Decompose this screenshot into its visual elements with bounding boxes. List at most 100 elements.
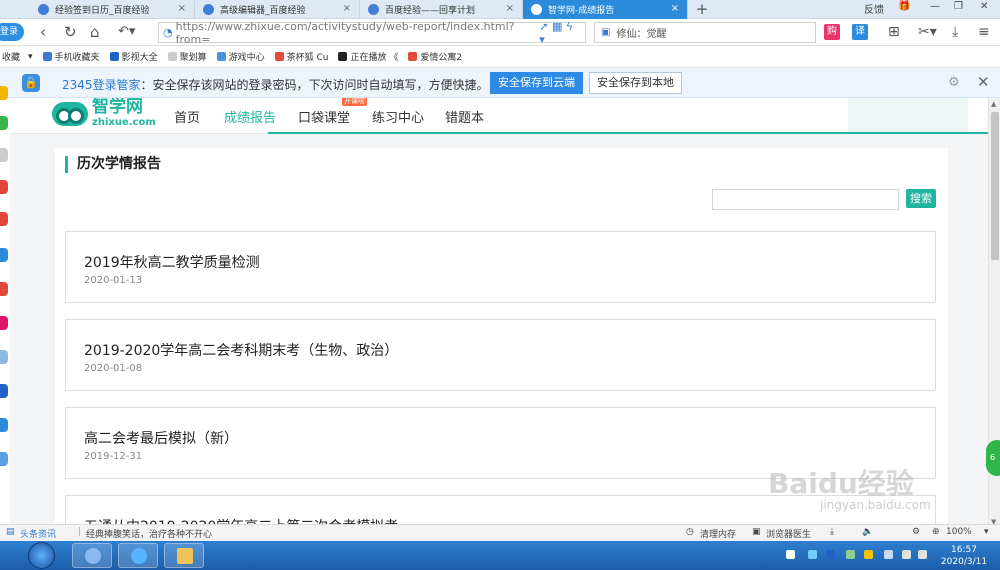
phone-app-icon[interactable] [0,452,8,466]
settings-icon[interactable]: ⚙ [912,527,920,537]
zoom-level[interactable]: 100% [946,527,972,537]
browser-doctor-button[interactable]: 浏览器医生 [766,527,811,540]
nav-home[interactable]: 首页 [174,107,200,126]
browser-tab[interactable]: 高级编辑器_百度经验 × [195,0,360,19]
screenshot-icon[interactable]: ✂▾ [918,24,937,40]
bookmark-item[interactable]: 茶杯狐 Cu [274,50,328,63]
news-headline[interactable]: 经典捧腹笑话，治疗各种不开心 [86,527,212,540]
nav-score-report[interactable]: 成绩报告 [224,107,276,126]
game-app-icon[interactable] [0,350,8,364]
chat-icon[interactable] [0,248,8,262]
sound-icon[interactable]: 🔈 [862,527,873,537]
taskbar-app-button[interactable] [72,543,112,568]
bookmark-item[interactable]: 手机收藏夹 [42,50,100,63]
favorite-icon[interactable] [0,86,8,100]
tray-app-icon[interactable] [808,550,817,559]
url-input[interactable]: ◔ https://www.zhixue.com/activitystudy/w… [158,20,586,46]
pin-icon [85,548,101,564]
login-button[interactable]: 登录 [0,23,24,41]
clean-memory-button[interactable]: 清理内存 [700,527,736,540]
tray-network-icon[interactable] [902,550,911,559]
exam-report-card[interactable]: 2019-2020学年高二会考科期末考（生物、政治） 2020-01-08 [65,319,936,391]
restore-button[interactable]: ❐ [954,1,963,12]
nav-pocket-class[interactable]: 口袋课堂 [298,107,350,126]
doc-icon[interactable] [0,148,8,162]
windows-taskbar: 16:57 2020/3/11 [0,541,1000,570]
settings-gear-icon[interactable]: ⚙ [948,75,960,90]
tray-volume-icon[interactable] [918,550,927,559]
search-input[interactable]: ▣ 修仙：觉醒 [594,22,816,43]
undo-icon[interactable]: ↶▾ [118,23,135,41]
scroll-up-arrow-icon[interactable]: ▲ [991,100,996,108]
taskbar-clock[interactable]: 16:57 2020/3/11 [934,544,994,568]
bookmark-item[interactable]: 收藏 ▾ [2,50,33,64]
refresh-icon[interactable]: ↻ [64,23,77,41]
news-label[interactable]: 头条资讯 [20,527,56,540]
translate-button[interactable]: 译 [852,24,868,40]
download-icon[interactable]: ⤓ [952,24,958,40]
bookmark-item[interactable]: 正在播放 《 [338,50,398,63]
bookmark-label: 聚划算 [179,53,207,63]
bookmark-item[interactable]: 爱情公寓2 [408,50,462,63]
exam-report-card[interactable]: 2019年秋高二教学质量检测 2020-01-13 [65,231,936,303]
search-button[interactable]: 搜索 [906,189,936,208]
new-tab-button[interactable]: + [692,0,712,19]
exam-date: 2020-01-13 [84,275,143,286]
news-icon[interactable] [0,212,8,226]
rocket-icon[interactable]: ➚ ▦ ϟ ▾ [539,20,585,46]
close-tab-icon[interactable]: × [506,3,514,14]
menu-icon[interactable]: ≡ [978,24,990,40]
download-status-icon[interactable]: ⤓ [830,527,834,537]
tray-flag-icon[interactable] [884,550,893,559]
zoom-dropdown-icon[interactable]: ▾ [984,527,989,537]
back-icon[interactable]: ‹ [40,23,46,41]
zoom-icon[interactable]: ⊕ [932,527,940,537]
scrollbar-thumb[interactable] [991,112,999,260]
divider: | [78,527,82,537]
password-manager-link[interactable]: 2345登录管家 [62,78,141,92]
tray-app-icon[interactable] [864,550,873,559]
extensions-icon[interactable]: ⊞ [888,24,900,40]
calendar-icon[interactable] [0,180,8,194]
gift-icon[interactable]: 🎁 [898,1,910,12]
tab-title: 高级编辑器_百度经验 [220,6,306,16]
save-to-local-button[interactable]: 安全保存到本地 [589,72,682,94]
floating-widget-icon[interactable]: 6 [986,440,1000,476]
browser-tab[interactable]: 经验签到日历_百度经验 × [30,0,195,19]
nav-practice-center[interactable]: 练习中心 [372,107,424,126]
video-app-icon[interactable] [0,316,8,330]
bookmark-item[interactable]: 游戏中心 [216,50,265,63]
shopping-button[interactable]: 购 [824,24,840,40]
tray-app-icon[interactable] [826,550,835,559]
baidu-paw-icon [368,4,379,15]
minimize-button[interactable]: — [930,1,940,12]
folder-icon [177,548,193,564]
save-to-cloud-button[interactable]: 安全保存到云端 [490,72,583,94]
home-icon[interactable]: ⌂ [90,23,100,41]
taskbar-app-button[interactable] [164,543,204,568]
tray-user-icon[interactable] [786,550,795,559]
bookmark-label: 游戏中心 [228,53,265,63]
taskbar-app-button[interactable] [118,543,158,568]
browser-tab[interactable]: 百度经验——回享计划 × [360,0,523,19]
report-search-input[interactable] [712,189,899,210]
zhixue-logo[interactable]: 智学网 zhixue.com [52,99,156,128]
feedback-link[interactable]: 反馈 [864,1,884,16]
app-icon[interactable] [0,116,8,130]
tray-shield-icon[interactable] [846,550,855,559]
browser-tab-active[interactable]: 智学网-成绩报告 × [523,0,688,19]
close-tab-icon[interactable]: × [178,3,186,14]
bookmark-item[interactable]: 聚划算 [167,50,207,63]
close-window-button[interactable]: ✕ [980,1,988,12]
nav-mistake-book[interactable]: 错题本 [445,107,484,126]
exam-date: 2020-01-08 [84,363,143,374]
monitor-icon[interactable] [0,418,8,432]
close-tab-icon[interactable]: × [671,3,679,14]
windows-start-button[interactable] [28,542,55,569]
close-bar-icon[interactable]: ✕ [977,73,990,91]
shop-icon[interactable] [0,282,8,296]
film-icon[interactable] [0,384,8,398]
close-tab-icon[interactable]: × [343,3,351,14]
bookmark-item[interactable]: 影视大全 [109,50,158,63]
search-engine-icon[interactable]: ▣ [601,27,610,38]
